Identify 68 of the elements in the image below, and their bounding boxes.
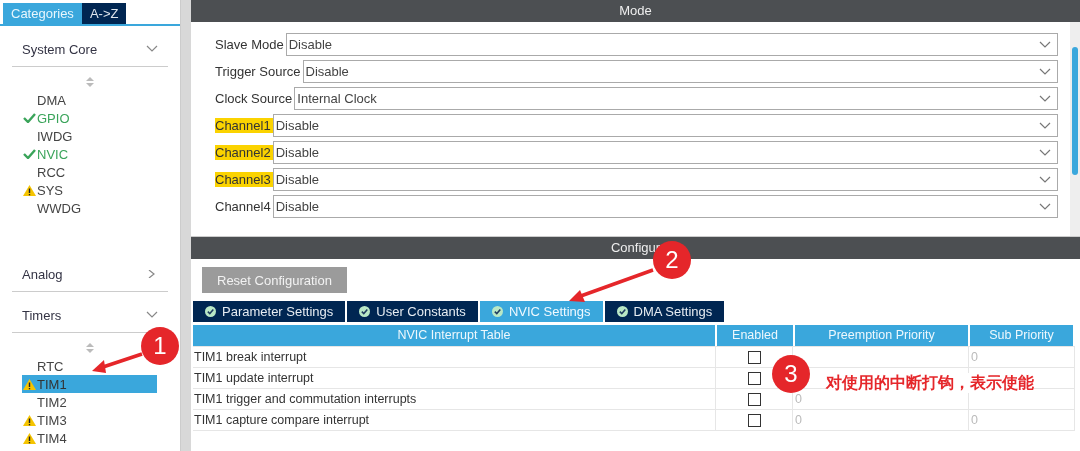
dropdown-field[interactable]: Disable [302,60,1058,83]
dropdown-field[interactable]: Disable [285,33,1058,56]
field-label: Slave Mode [215,37,285,52]
scrollbar-thumb[interactable] [1072,47,1078,175]
chevron-icon [1039,67,1051,76]
category-header[interactable]: Analog [12,257,168,292]
field-label: Clock Source [215,91,294,106]
dropdown-field[interactable]: Disable [272,168,1058,191]
checkbox[interactable] [747,413,761,427]
warning-icon [23,184,36,196]
table-cell: TIM1 capture compare interrupt [193,410,716,430]
chevron-icon [1039,175,1051,184]
chevron-icon [146,45,158,53]
dropdown-field[interactable]: Disable [272,141,1058,164]
sidebar-tab[interactable]: A->Z [81,3,127,24]
table-cell: 0 [795,413,802,427]
chevron-icon [146,311,158,319]
warning-icon [23,432,36,444]
table-cell: TIM1 update interrupt [193,368,716,388]
check-icon [23,113,36,123]
check-circle-icon [205,306,216,317]
peripheral-item[interactable]: RCC [22,163,157,181]
check-circle-icon [491,306,503,317]
check-circle-icon [616,306,628,317]
panel-title: Mode [191,0,1080,22]
column-header: Preemption Priority [795,325,970,346]
dropdown-field[interactable]: Internal Clock [294,87,1058,110]
peripheral-item[interactable]: TIM3 [22,411,157,429]
check-icon [23,149,36,159]
checkbox[interactable] [747,371,761,385]
chevron-icon [1039,94,1051,103]
checkbox[interactable] [747,392,761,406]
field-label: Channel2 [215,145,273,160]
warning-icon [23,414,36,426]
checkbox[interactable] [747,350,761,364]
chevron-icon [1039,148,1051,157]
settings-tab[interactable]: User Constants [347,301,478,322]
peripheral-item[interactable]: TIM2 [22,393,157,411]
column-header: Enabled [717,325,795,346]
table-cell: TIM1 trigger and commutation interrupts [193,389,716,409]
peripheral-item[interactable]: TIM1 [22,375,157,393]
field-label: Channel3 [215,172,273,187]
peripheral-item[interactable]: WWDG [22,199,157,217]
field-label: Trigger Source [215,64,302,79]
field-label: Channel4 [215,199,272,214]
chevron-icon [1039,121,1051,130]
check-circle-icon [359,306,371,317]
warning-icon [23,378,36,390]
category-header[interactable]: System Core [12,32,168,67]
table-cell: TIM1 break interrupt [193,347,716,367]
dropdown-field[interactable]: Disable [272,114,1058,137]
chevron-icon [1039,202,1051,211]
chevron-icon [1039,40,1051,49]
peripheral-item[interactable]: TIM4 [22,429,157,447]
peripheral-item[interactable]: IWDG [22,127,157,145]
table-cell: 0 [971,413,978,427]
annotation-arrow [92,352,143,373]
column-header: NVIC Interrupt Table [193,325,717,346]
table-cell: 0 [795,392,802,406]
annotation-note: 对使用的中断打钩，表示使能 [826,373,1034,393]
peripheral-item[interactable]: DMA [22,91,157,109]
dropdown-field[interactable]: Disable [272,195,1058,218]
table-cell: 0 [971,350,978,364]
peripheral-item[interactable]: SYS [22,181,157,199]
settings-tab[interactable]: Parameter Settings [193,301,346,322]
settings-tab[interactable]: DMA Settings [604,301,725,322]
field-label: Channel1 [215,118,273,133]
column-header: Sub Priority [970,325,1075,346]
